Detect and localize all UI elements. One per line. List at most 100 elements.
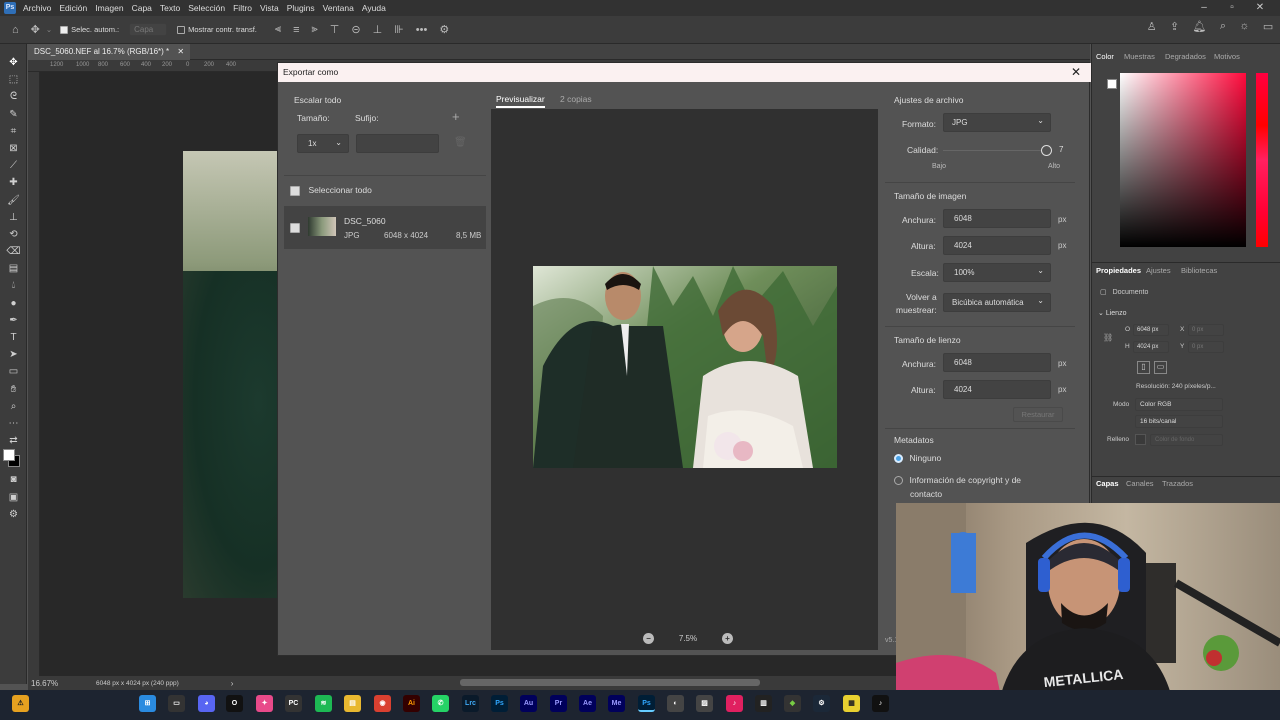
document-tab[interactable]: DSC_5060.NEF al 16.7% (RGB/16*) * ✕ — [28, 44, 191, 60]
auto-select-checkbox[interactable] — [60, 25, 69, 34]
horizontal-scrollbar[interactable] — [460, 679, 760, 686]
menu-ventana[interactable]: Ventana — [323, 3, 354, 13]
suffix-input[interactable] — [356, 134, 439, 153]
close-icon[interactable]: ✕ — [1069, 63, 1083, 82]
menu-imagen[interactable]: Imagen — [95, 3, 123, 13]
select-all-row[interactable]: Seleccionar todo — [290, 185, 372, 196]
move-tool-icon[interactable]: ✥ — [0, 54, 27, 71]
start-icon[interactable]: ⊞ — [139, 695, 156, 712]
tab-layers[interactable]: Capas — [1096, 479, 1119, 488]
zoom-level[interactable]: 16.67% — [31, 679, 86, 688]
image-height-input[interactable]: 4024 — [943, 236, 1051, 255]
size-select[interactable]: 1x ⌄ — [297, 134, 349, 153]
warning-app-icon[interactable]: ⚠ — [12, 695, 29, 712]
close-window-icon[interactable]: ✕ — [1246, 0, 1274, 16]
photoshop-active-icon[interactable]: Ps — [638, 695, 655, 712]
quick-select-tool-icon[interactable]: ✎ — [0, 106, 27, 123]
steam-icon[interactable]: ⚙ — [813, 695, 830, 712]
more-tools-icon[interactable]: ⋯ — [0, 415, 27, 432]
tab-paths[interactable]: Trazados — [1162, 479, 1193, 488]
nvidia-icon[interactable]: ◆ — [784, 695, 801, 712]
hand-tool-icon[interactable]: ✋︎ — [0, 381, 27, 398]
link-icon[interactable]: ⛓ — [1103, 333, 1113, 342]
pen-tool-icon[interactable]: ✒ — [0, 312, 27, 329]
extra-tool-icon[interactable]: ⚙ — [0, 506, 27, 523]
whatsapp-icon[interactable]: ✆ — [432, 695, 449, 712]
gradient-tool-icon[interactable]: ▤ — [0, 260, 27, 277]
align-right-icon[interactable]: ⫸ — [312, 23, 318, 36]
close-tab-icon[interactable]: ✕ — [177, 47, 184, 56]
type-tool-icon[interactable]: T — [0, 329, 27, 346]
y-prop-input[interactable]: 0 px — [1188, 341, 1224, 353]
marquee-tool-icon[interactable]: ⬚ — [0, 71, 27, 88]
menu-vista[interactable]: Vista — [260, 3, 279, 13]
menu-texto[interactable]: Texto — [160, 3, 180, 13]
metadata-copyright-option[interactable]: Información de copyright y de — [894, 475, 1021, 486]
dodge-tool-icon[interactable]: ● — [0, 295, 27, 312]
resample-select[interactable]: Bicúbica automática ⌄ — [943, 293, 1051, 312]
chevron-down-icon[interactable]: ⌄ — [46, 25, 52, 34]
healing-tool-icon[interactable]: ✚ — [0, 174, 27, 191]
hue-slider[interactable] — [1256, 73, 1268, 247]
tab-color[interactable]: Color — [1096, 52, 1114, 61]
more-options-icon[interactable]: ••• — [416, 24, 428, 36]
fill-swatch[interactable] — [1135, 434, 1146, 445]
tab-swatches[interactable]: Muestras — [1124, 52, 1155, 61]
light-icon[interactable]: ☼ — [1239, 20, 1249, 40]
menu-edicion[interactable]: Edición — [59, 3, 87, 13]
home-icon[interactable]: ⌂ — [12, 24, 19, 36]
eyedropper-tool-icon[interactable]: ⟋ — [0, 157, 27, 174]
foreground-color-swatch[interactable] — [1107, 79, 1117, 89]
chevron-right-icon[interactable]: › — [231, 679, 234, 688]
taskview-icon[interactable]: ▭ — [168, 695, 185, 712]
audition-icon[interactable]: Au — [520, 695, 537, 712]
mode-select[interactable]: Color RGB — [1135, 398, 1223, 411]
bit-depth-select[interactable]: 16 bits/canal — [1135, 415, 1223, 428]
frame-tool-icon[interactable]: ⊠ — [0, 140, 27, 157]
portrait-icon[interactable]: ▯ — [1137, 361, 1150, 374]
workspace-icon[interactable]: ▭ — [1263, 20, 1273, 40]
zoom-in-icon[interactable]: + — [721, 632, 733, 644]
after-effects-icon[interactable]: Ae — [579, 695, 596, 712]
metadata-none-option[interactable]: Ninguno — [894, 453, 941, 464]
tab-copies[interactable]: 2 copias — [560, 94, 592, 104]
app-icon[interactable]: ▨ — [696, 695, 713, 712]
menu-archivo[interactable]: Archivo — [23, 3, 51, 13]
menu-seleccion[interactable]: Selección — [188, 3, 225, 13]
transform-controls-checkbox[interactable] — [177, 25, 186, 34]
color-picker-field[interactable] — [1120, 73, 1246, 247]
radio-unselected[interactable] — [894, 476, 903, 486]
select-all-checkbox[interactable] — [290, 185, 300, 196]
tiktok-live-icon[interactable]: ♪ — [726, 695, 743, 712]
spotify-icon[interactable]: ≋ — [315, 695, 332, 712]
tab-properties[interactable]: Propiedades — [1096, 266, 1141, 275]
canvas-height-input[interactable]: 4024 — [943, 380, 1051, 399]
shape-tool-icon[interactable]: ▭ — [0, 363, 27, 380]
x-prop-input[interactable]: 0 px — [1188, 324, 1224, 336]
menu-capa[interactable]: Capa — [132, 3, 152, 13]
folder-icon[interactable]: ▤ — [344, 695, 361, 712]
lightroom-icon[interactable]: Lrc — [462, 695, 479, 712]
asset-row[interactable]: DSC_5060 JPG 6048 x 4024 8,5 MB — [284, 206, 486, 249]
add-scale-icon[interactable]: + — [452, 109, 460, 124]
screen-mode-icon[interactable]: ▣ — [0, 489, 27, 506]
color-swatches[interactable] — [0, 449, 26, 471]
chrome-icon[interactable]: ◉ — [374, 695, 391, 712]
eraser-tool-icon[interactable]: ⌫ — [0, 243, 27, 260]
minimize-icon[interactable]: – — [1190, 0, 1218, 16]
width-prop-input[interactable]: 6048 px — [1133, 324, 1169, 336]
crop-tool-icon[interactable]: ⌗ — [0, 123, 27, 140]
menu-filtro[interactable]: Filtro — [233, 3, 252, 13]
reset-button[interactable]: Restaurar — [1013, 407, 1063, 422]
obs-icon[interactable]: O — [226, 695, 243, 712]
align-top-icon[interactable]: ⊤ — [330, 23, 340, 36]
blur-tool-icon[interactable]: 💧︎ — [0, 277, 27, 294]
user-icon[interactable]: ♙ — [1147, 20, 1157, 40]
canvas-width-input[interactable]: 6048 — [943, 353, 1051, 372]
tab-gradients[interactable]: Degradados — [1165, 52, 1206, 61]
default-colors-icon[interactable]: ⇄ — [0, 432, 27, 449]
photoshop-icon[interactable]: Ps — [491, 695, 508, 712]
share-icon[interactable]: ⇪ — [1170, 20, 1179, 40]
fill-select[interactable]: Color de fondo — [1150, 434, 1223, 446]
asset-checkbox[interactable] — [290, 223, 300, 233]
